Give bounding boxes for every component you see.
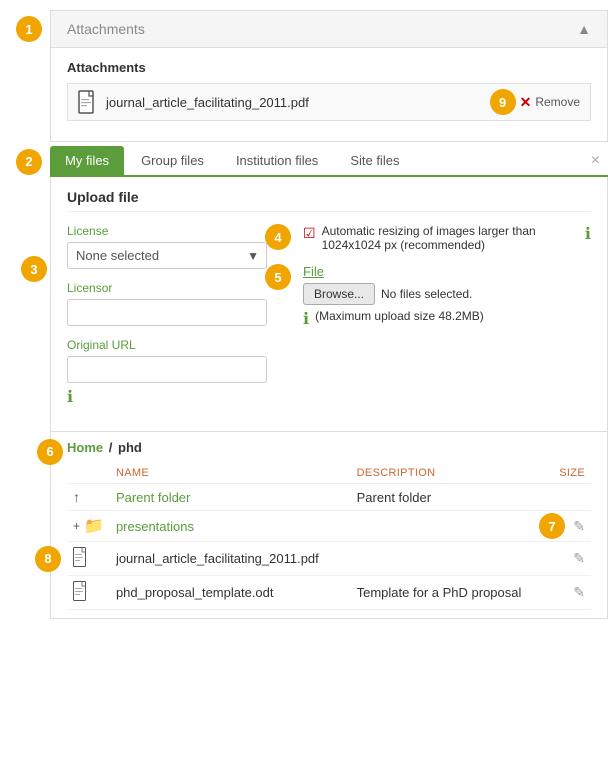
folder-icon: 📁 — [84, 516, 104, 536]
phd-file-name-cell: phd_proposal_template.odt — [110, 576, 351, 610]
original-url-field-group: Original URL ℹ — [67, 338, 287, 407]
file-doc-icon — [73, 547, 89, 567]
attachments-content: Attachments journal_article_facilitating… — [50, 48, 608, 142]
licensor-input[interactable] — [67, 299, 267, 326]
breadcrumb-home[interactable]: Home — [67, 440, 103, 455]
parent-folder-size-cell — [549, 484, 591, 511]
journal-file-edit-cell: ✎ — [549, 542, 591, 576]
table-row: ↑ Parent folder Parent folder — [67, 484, 591, 511]
parent-folder-desc-cell: Parent folder — [351, 484, 549, 511]
parent-folder-link[interactable]: Parent folder — [116, 490, 190, 505]
checkbox-checked-icon[interactable]: ☑ — [303, 225, 316, 242]
tab-group-files[interactable]: Group files — [126, 146, 219, 175]
breadcrumb-sep: / — [109, 440, 113, 455]
journal-file-icon-cell: 8 — [67, 542, 110, 576]
up-arrow-icon: ↑ — [73, 489, 80, 505]
browse-button[interactable]: Browse... — [303, 283, 375, 305]
license-field-group: 3 License None selected ▼ — [67, 224, 287, 269]
phd-file-icon-cell — [67, 576, 110, 610]
presentations-name-cell: presentations — [110, 511, 351, 542]
attachment-filename: journal_article_facilitating_2011.pdf — [106, 95, 520, 110]
step-1-badge: 1 — [16, 16, 42, 42]
license-label: License — [67, 224, 287, 238]
breadcrumb-wrap: 6 Home / phd — [67, 440, 142, 463]
presentations-icon-cells: + 📁 — [67, 511, 110, 542]
step-8-badge: 8 — [35, 546, 61, 572]
tabs-list: My files Group files Institution files S… — [50, 146, 416, 175]
original-url-label: Original URL — [67, 338, 287, 352]
remove-x-icon: ✕ — [520, 94, 532, 111]
step-7-badge: 7 — [539, 513, 565, 539]
file-label-link[interactable]: File — [303, 264, 324, 279]
max-upload-text: (Maximum upload size 48.2MB) — [315, 309, 484, 323]
parent-folder-name-cell: Parent folder — [110, 484, 351, 511]
phd-file-edit-cell: ✎ — [549, 576, 591, 610]
file-upload-area: 5 File Browse... No files selected. ℹ (M… — [303, 264, 591, 329]
license-select[interactable]: None selected — [67, 242, 267, 269]
step-5-badge: 5 — [265, 264, 291, 290]
presentations-desc-cell — [351, 511, 549, 542]
attachments-header-title: Attachments — [67, 21, 145, 37]
th-description: DESCRIPTION — [351, 463, 549, 484]
breadcrumb: Home / phd — [67, 440, 142, 455]
attachment-file-icon — [78, 90, 98, 114]
step-4-badge: 4 — [265, 224, 291, 250]
table-row: 8 journal_article_facilitating_2011.pdf — [67, 542, 591, 576]
phd-file-edit-icon[interactable]: ✎ — [573, 584, 585, 600]
step-9-badge: 9 — [490, 89, 516, 115]
remove-label: Remove — [535, 95, 580, 109]
file-odt-icon — [73, 581, 89, 601]
max-upload-row: ℹ (Maximum upload size 48.2MB) — [303, 309, 591, 329]
remove-button[interactable]: ✕ Remove — [520, 94, 580, 111]
attachments-header: Attachments ▲ — [50, 10, 608, 48]
licensor-label: Licensor — [67, 281, 287, 295]
no-files-text: No files selected. — [381, 287, 472, 301]
chevron-up-icon: ▲ — [577, 21, 591, 37]
th-icon-col — [67, 463, 110, 484]
auto-resize-info-icon[interactable]: ℹ — [585, 224, 591, 244]
step-3-badge: 3 — [21, 256, 47, 282]
original-url-input[interactable] — [67, 356, 267, 383]
upload-left-col: 3 License None selected ▼ Licensor — [67, 224, 287, 419]
attachments-label: Attachments — [67, 60, 591, 75]
parent-folder-icon-cell: ↑ — [67, 484, 110, 511]
table-row: phd_proposal_template.odt Template for a… — [67, 576, 591, 610]
journal-file-desc-cell — [351, 542, 549, 576]
license-select-wrapper: None selected ▼ — [67, 242, 267, 269]
th-name: NAME — [110, 463, 351, 484]
url-info-icon[interactable]: ℹ — [67, 387, 73, 407]
upload-title: Upload file — [67, 189, 591, 212]
plus-icon[interactable]: + — [73, 519, 80, 533]
file-browser-section: 6 Home / phd NAME DESCRIPTION SIZE — [50, 432, 608, 619]
presentations-size-edit-cell: 7 ✎ — [549, 511, 591, 542]
step-6-badge: 6 — [37, 439, 63, 465]
attachment-row: journal_article_facilitating_2011.pdf 9 … — [67, 83, 591, 121]
auto-resize-text: Automatic resizing of images larger than… — [322, 224, 579, 252]
tab-institution-files[interactable]: Institution files — [221, 146, 333, 175]
tab-my-files[interactable]: My files — [50, 146, 124, 175]
presentations-folder-link[interactable]: presentations — [116, 519, 194, 534]
th-size: SIZE — [549, 463, 591, 484]
tabs-section: My files Group files Institution files S… — [50, 146, 608, 177]
presentations-edit-icon[interactable]: ✎ — [573, 518, 585, 535]
browse-row: Browse... No files selected. — [303, 283, 591, 305]
file-table: NAME DESCRIPTION SIZE ↑ Parent folder Pa… — [67, 463, 591, 610]
journal-file-name-cell: journal_article_facilitating_2011.pdf — [110, 542, 351, 576]
phd-file-desc-cell: Template for a PhD proposal — [351, 576, 549, 610]
auto-resize-row: 4 ☑ Automatic resizing of images larger … — [303, 224, 591, 252]
table-header-row: NAME DESCRIPTION SIZE — [67, 463, 591, 484]
tabs-close-icon[interactable]: × — [591, 153, 608, 169]
licensor-field-group: Licensor — [67, 281, 287, 326]
breadcrumb-current: phd — [118, 440, 142, 455]
upload-section: Upload file 3 License None selected ▼ — [50, 177, 608, 432]
tab-site-files[interactable]: Site files — [335, 146, 414, 175]
file-info-icon[interactable]: ℹ — [303, 309, 309, 329]
upload-right-col: 4 ☑ Automatic resizing of images larger … — [303, 224, 591, 419]
step-2-badge: 2 — [16, 149, 42, 175]
table-row: + 📁 presentations 7 ✎ — [67, 511, 591, 542]
journal-file-edit-icon[interactable]: ✎ — [573, 550, 585, 566]
